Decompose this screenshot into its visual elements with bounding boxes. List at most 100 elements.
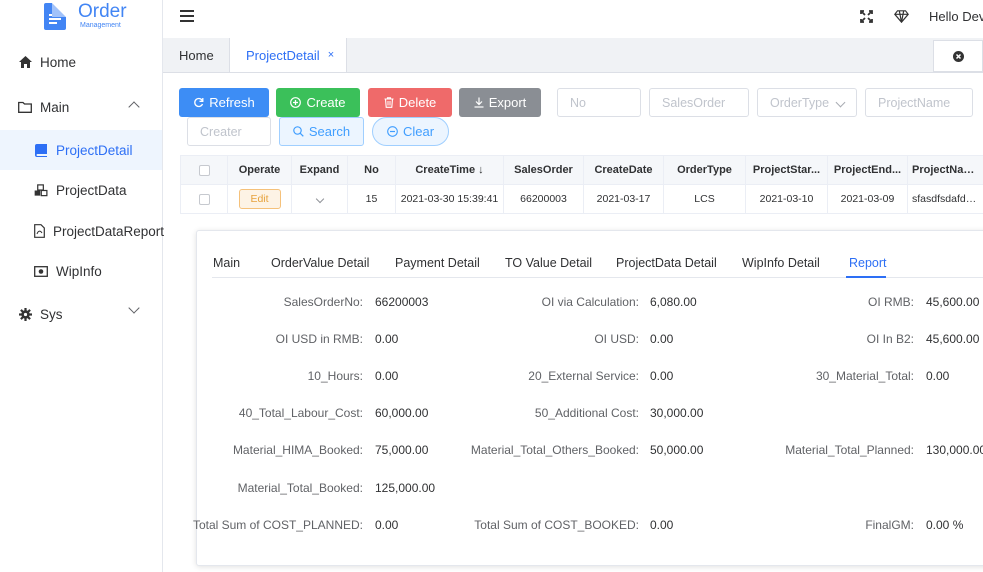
document-icon bbox=[44, 3, 66, 30]
row-checkbox[interactable] bbox=[198, 193, 210, 205]
book-icon bbox=[34, 143, 48, 157]
field-label: 20_External Service: bbox=[528, 369, 639, 383]
tab-projectdetail[interactable]: ProjectDetail × bbox=[230, 38, 347, 72]
tab-label: ProjectDetail bbox=[246, 47, 320, 63]
field-value: 125,000.00 bbox=[375, 481, 436, 495]
sidebar-group-main[interactable]: Main bbox=[0, 87, 162, 127]
button-label: Refresh bbox=[209, 95, 255, 110]
column-header[interactable]: ProjectEnd... bbox=[827, 155, 908, 185]
button-label: Delete bbox=[398, 95, 437, 110]
folder-icon bbox=[18, 100, 32, 114]
expand-cell[interactable] bbox=[291, 184, 348, 214]
button-label: Search bbox=[308, 124, 351, 139]
field-value: 45,600.00 bbox=[926, 295, 980, 309]
field-value: 0.00 bbox=[926, 369, 950, 383]
salesorder-input[interactable]: SalesOrder bbox=[649, 88, 749, 117]
trash-icon bbox=[384, 97, 394, 108]
top-header: Hello Dev bbox=[163, 0, 983, 38]
detail-tab-wipinfo[interactable]: WipInfo Detail bbox=[742, 256, 820, 270]
logo-title: Order bbox=[78, 1, 127, 22]
table-row[interactable]: Edit 15 2021-03-30 15:39:41 66200003 202… bbox=[180, 184, 983, 214]
field-label: Material_Total_Others_Booked: bbox=[470, 443, 639, 457]
tab-label: Home bbox=[179, 47, 214, 63]
delete-button[interactable]: Delete bbox=[368, 88, 452, 117]
chevron-down-icon[interactable] bbox=[315, 194, 324, 204]
cell-no: 15 bbox=[347, 184, 396, 214]
field-label: Total Sum of COST_BOOKED: bbox=[474, 518, 639, 532]
creater-input[interactable]: Creater bbox=[187, 117, 271, 146]
expanded-detail-panel: Main OrderValue Detail Payment Detail TO… bbox=[193, 230, 983, 566]
active-tab-indicator bbox=[846, 276, 886, 278]
sidebar-item-projectdatareport[interactable]: ProjectDataReport bbox=[0, 211, 165, 251]
field-value: 66200003 bbox=[375, 295, 429, 309]
sidebar-item-home[interactable]: Home bbox=[0, 42, 162, 82]
row-select-cell[interactable] bbox=[180, 184, 228, 214]
close-tab-icon[interactable]: × bbox=[328, 49, 334, 61]
sidebar-group-sys[interactable]: Sys bbox=[0, 294, 162, 334]
column-header[interactable]: OrderType bbox=[663, 155, 746, 185]
select-all-checkbox[interactable] bbox=[198, 164, 210, 176]
field-value: 50,000.00 bbox=[650, 443, 704, 457]
field-label: 30_Material_Total: bbox=[815, 369, 914, 383]
detail-tab-tovalue[interactable]: TO Value Detail bbox=[505, 256, 592, 270]
refresh-button[interactable]: Refresh bbox=[179, 88, 269, 117]
select-all-cell[interactable] bbox=[180, 155, 228, 185]
field-value: 0.00 bbox=[375, 518, 399, 532]
gear-icon bbox=[18, 307, 32, 321]
refresh-icon bbox=[194, 97, 204, 108]
projectname-input[interactable]: ProjectName bbox=[865, 88, 973, 117]
sidebar-item-projectdata[interactable]: ProjectData bbox=[0, 170, 162, 210]
field-value: 6,080.00 bbox=[650, 295, 697, 309]
field-value: 75,000.00 bbox=[375, 443, 429, 457]
field-label: FinalGM: bbox=[865, 518, 914, 532]
detail-tab-report[interactable]: Report bbox=[849, 256, 887, 270]
column-header[interactable]: CreateDate bbox=[583, 155, 664, 185]
input-placeholder: Creater bbox=[200, 124, 242, 139]
column-header[interactable]: ProjectStar... bbox=[745, 155, 828, 185]
field-value: 60,000.00 bbox=[375, 406, 429, 420]
field-label: Material_Total_Booked: bbox=[237, 481, 363, 495]
field-label: Material_HIMA_Booked: bbox=[232, 443, 363, 457]
field-label: SalesOrderNo: bbox=[283, 295, 363, 309]
cell-order-type: LCS bbox=[663, 184, 746, 214]
export-button[interactable]: Export bbox=[459, 88, 541, 117]
input-placeholder: SalesOrder bbox=[662, 95, 726, 110]
column-header[interactable]: SalesOrder bbox=[503, 155, 584, 185]
app-logo[interactable]: Order Management bbox=[44, 2, 127, 32]
close-tabs-button[interactable] bbox=[933, 40, 983, 72]
user-greeting[interactable]: Hello Dev bbox=[929, 9, 983, 24]
search-button[interactable]: Search bbox=[279, 117, 364, 146]
column-header[interactable]: No bbox=[347, 155, 396, 185]
field-label: OI via Calculation: bbox=[541, 295, 639, 309]
clear-button[interactable]: Clear bbox=[372, 117, 449, 146]
column-header[interactable]: ProjectName bbox=[907, 155, 983, 185]
project-table: Operate Expand No CreateTime ↓ SalesOrde… bbox=[180, 155, 983, 214]
column-header: Operate bbox=[227, 155, 292, 185]
diamond-icon[interactable] bbox=[894, 8, 909, 26]
sidebar-item-wipinfo[interactable]: WipInfo bbox=[0, 251, 162, 291]
operate-cell: Edit bbox=[227, 184, 292, 214]
column-header-sortable[interactable]: CreateTime ↓ bbox=[395, 155, 504, 185]
fullscreen-icon[interactable] bbox=[860, 8, 873, 26]
ordertype-select[interactable]: OrderType bbox=[757, 88, 857, 117]
cell-project-start: 2021-03-10 bbox=[745, 184, 828, 214]
hamburger-icon[interactable] bbox=[180, 10, 194, 22]
sidebar-item-label: ProjectDataReport bbox=[53, 223, 165, 239]
search-icon bbox=[293, 126, 304, 137]
field-value: 0.00 bbox=[650, 332, 674, 346]
field-value: 0.00 bbox=[650, 369, 674, 383]
select-placeholder: OrderType bbox=[770, 95, 830, 110]
detail-tab-ordervalue[interactable]: OrderValue Detail bbox=[271, 256, 369, 270]
field-value: 0.00 bbox=[650, 518, 674, 532]
detail-tab-main[interactable]: Main bbox=[213, 256, 240, 270]
detail-tab-payment[interactable]: Payment Detail bbox=[395, 256, 480, 270]
sidebar-item-projectdetail[interactable]: ProjectDetail bbox=[0, 130, 162, 170]
edit-button[interactable]: Edit bbox=[238, 189, 281, 209]
no-input[interactable]: No bbox=[557, 88, 641, 117]
cell-create-time: 2021-03-30 15:39:41 bbox=[395, 184, 504, 214]
cell-project-end: 2021-03-09 bbox=[827, 184, 908, 214]
sidebar-item-label: WipInfo bbox=[56, 263, 102, 279]
tab-home[interactable]: Home bbox=[163, 38, 230, 72]
detail-tab-projectdata[interactable]: ProjectData Detail bbox=[616, 256, 717, 270]
create-button[interactable]: Create bbox=[276, 88, 360, 117]
